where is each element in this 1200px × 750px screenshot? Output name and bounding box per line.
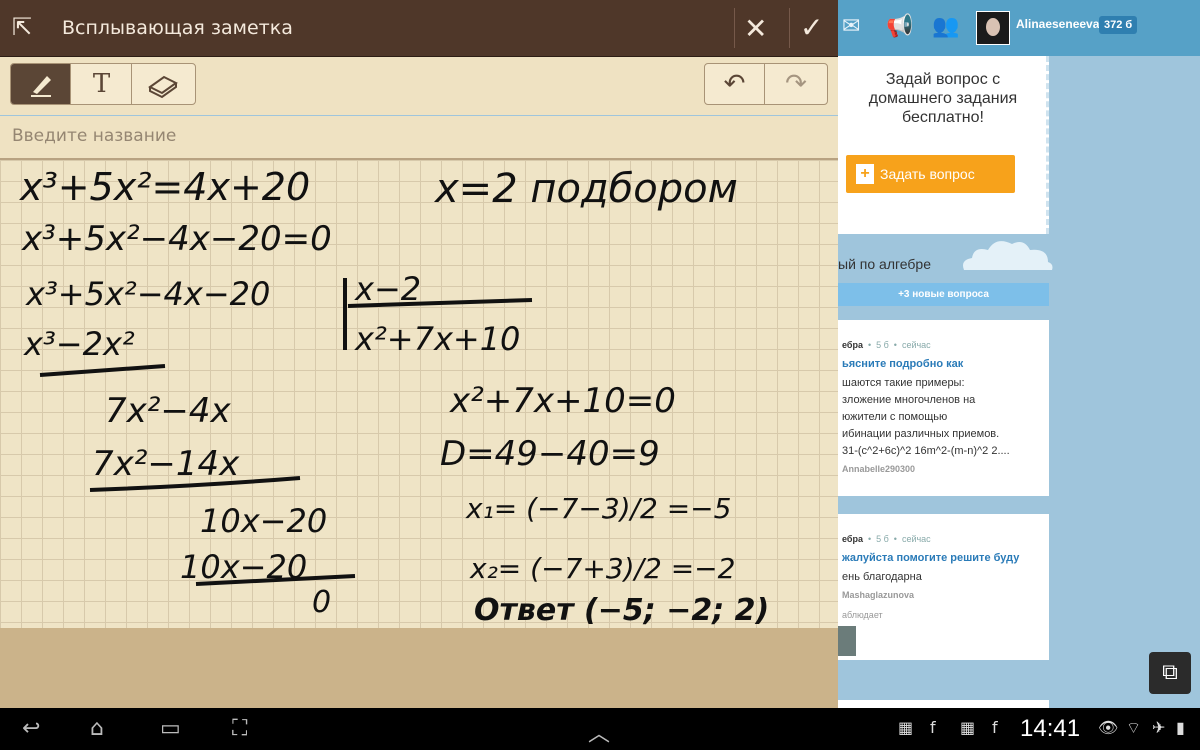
undo-button[interactable]: ↶ (705, 64, 765, 104)
pen-icon (30, 76, 51, 97)
ask-question-button-label: Задать вопрос (880, 166, 975, 182)
hw-line: 7x²−4x (105, 391, 232, 431)
undo-icon: ↶ (723, 69, 746, 99)
ask-question-panel: Задай вопрос с домашнего задания бесплат… (838, 56, 1049, 234)
question-card[interactable]: ебра • 5 б • сейчас жалуйста помогите ре… (838, 514, 1049, 660)
hw-line: x²+7x+10 (354, 320, 520, 358)
hw-line: x³+5x²=4x+20 (19, 165, 310, 209)
eye-icon: 👁 (1098, 718, 1119, 737)
screenshot-icon[interactable]: ⛶ (232, 716, 247, 741)
text-tool-button[interactable]: T (72, 64, 132, 104)
question-card[interactable]: ебра • 5 б • сейчас ьясните подробно как… (838, 320, 1049, 496)
history-tools: ↶ ↷ (704, 63, 828, 105)
wifi-icon: ⌔ (1126, 718, 1142, 737)
multi-window-button[interactable]: ⧉ (1149, 652, 1191, 694)
points-badge: 372 б (1099, 16, 1138, 34)
cloud-decoration (963, 241, 1053, 270)
hw-line: x³+5x²−4x−20 (25, 275, 270, 313)
question-text-line: ень благодарна (842, 571, 922, 583)
friends-icon[interactable]: 👥 (932, 14, 959, 39)
question-title[interactable]: ьясните подробно как (842, 358, 963, 370)
facebook-icon[interactable]: f (992, 718, 998, 737)
note-title-input[interactable] (12, 126, 792, 146)
notification-app-icon[interactable]: ▦ (898, 718, 913, 737)
clock: 14:41 (1020, 715, 1081, 742)
redo-button[interactable]: ↷ (766, 64, 826, 104)
question-meta: ебра • 5 б • сейчас (842, 340, 931, 350)
recent-apps-icon[interactable]: ▭ (160, 716, 181, 741)
question-status: аблюдает (842, 610, 883, 620)
question-text-line: 31-(c^2+6c)^2 16m^2-(m-n)^2 2.... (842, 445, 1010, 457)
question-title[interactable]: жалуйста помогите решите буду (842, 552, 1019, 564)
hw-line: D=49−40=9 (440, 434, 660, 474)
ask-question-button[interactable]: + Задать вопрос (846, 155, 1015, 193)
chevron-up-icon[interactable]: ︿ (588, 716, 610, 748)
add-document-icon: + (856, 164, 874, 184)
eraser-icon (148, 75, 178, 99)
subtraction-line (39, 364, 166, 377)
hw-line: 10x−20 (200, 502, 327, 540)
text-icon: T (92, 69, 111, 99)
back-icon[interactable]: ↩ (22, 716, 40, 741)
hw-line: x₂= (−7+3)/2 =−2 (469, 552, 735, 585)
hw-line: Ответ (−5; −2; 2) (474, 593, 769, 628)
note-title-field (0, 116, 838, 160)
hw-line: x³−2x² (23, 325, 135, 363)
notification-app-icon[interactable]: ▦ (960, 718, 975, 737)
subject-heading: ый по алгебре (838, 256, 932, 272)
avatar[interactable] (976, 11, 1010, 45)
hw-line: x₁= (−7−3)/2 =−5 (465, 492, 731, 525)
username[interactable]: Alinaeseneeva (1016, 17, 1099, 31)
hw-line: x³+5x²−4x−20=0 (21, 219, 332, 259)
save-button[interactable]: ✓ (800, 11, 823, 44)
question-text-line: ибинации различных приемов. (842, 428, 1000, 440)
ask-prompt: Задай вопрос с домашнего задания бесплат… (868, 71, 1018, 126)
airplane-icon: ✈ (1152, 718, 1166, 737)
home-icon[interactable]: ⌂ (90, 716, 104, 741)
redo-icon: ↷ (785, 69, 807, 99)
eraser-tool-button[interactable] (133, 64, 193, 104)
new-questions-bar[interactable]: +3 новые вопроса (838, 283, 1049, 306)
question-text-line: зложение многочленов на (842, 394, 976, 406)
note-header: ⇱ Всплывающая заметка ✕ ✓ (0, 0, 838, 57)
hw-line: 0 (312, 585, 331, 620)
question-text-line: шаются такие примеры: (842, 377, 965, 389)
note-canvas[interactable]: x³+5x²=4x+20 x=2 подбором x³+5x²−4x−20=0… (0, 160, 838, 628)
pen-tool-button[interactable] (11, 64, 71, 104)
facebook-icon[interactable]: f (930, 718, 936, 737)
handwriting-layer: x³+5x²=4x+20 x=2 подбором x³+5x²−4x−20=0… (19, 165, 769, 628)
multi-window-icon: ⧉ (1162, 660, 1178, 685)
note-toolbar: T ↶ ↷ (0, 57, 838, 115)
close-button[interactable]: ✕ (744, 12, 767, 45)
note-footer (0, 628, 838, 708)
question-meta: ебра • 5 б • сейчас (842, 534, 931, 544)
question-author[interactable]: Mashaglazunova (842, 590, 914, 600)
system-navigation-bar: ↩ ⌂ ▭ ⛶ ︿ ▦ f ▦ f 14:41 👁 ⌔ ✈ ▮ (0, 708, 1200, 750)
battery-icon: ▮ (1176, 718, 1185, 737)
hw-line: 7x²−14x (92, 444, 240, 484)
watcher-avatar[interactable] (838, 626, 856, 656)
expand-arrow-icon[interactable]: ⇱ (12, 13, 32, 41)
popup-note-window: ⇱ Всплывающая заметка ✕ ✓ T ↶ ↷ Введите … (0, 0, 838, 708)
hw-line: x=2 подбором (433, 166, 738, 212)
announcements-icon[interactable]: 📢 (886, 14, 913, 39)
hw-line: x²+7x+10=0 (449, 381, 676, 421)
question-author[interactable]: Annabelle290300 (842, 464, 915, 474)
drawing-tools: T (10, 63, 196, 105)
note-window-title: Всплывающая заметка (62, 17, 293, 39)
question-text-line: южители с помощью (842, 411, 948, 423)
messages-icon[interactable]: ✉ (842, 14, 860, 39)
